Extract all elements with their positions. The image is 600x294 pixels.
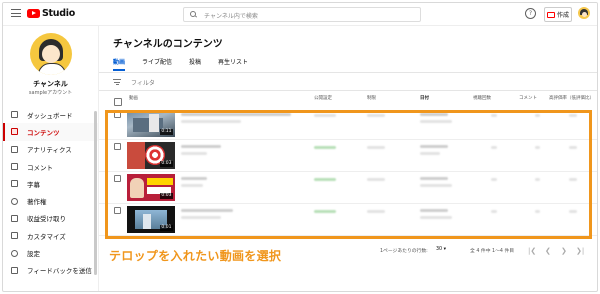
account-avatar[interactable] (578, 7, 590, 19)
studio-logo[interactable]: Studio (27, 8, 75, 19)
create-label: 作成 (556, 12, 569, 19)
sidebar-item-label: カスタマイズ (27, 232, 66, 241)
column-header-visibility[interactable]: 公開設定 (314, 95, 332, 101)
tab-live[interactable]: ライブ配信 (142, 57, 172, 71)
search-input[interactable]: チャンネル内で検索 (183, 7, 421, 22)
sidebar-item-label: 設定 (27, 250, 40, 259)
column-header-likes[interactable]: 高評価率（低評価比） (549, 95, 594, 101)
comment-icon (11, 163, 18, 171)
subtitles-icon (11, 180, 18, 188)
sidebar-item-label: アナリティクス (27, 146, 72, 155)
channel-avatar[interactable] (30, 33, 72, 75)
feedback-icon (11, 266, 18, 274)
menu-icon[interactable] (11, 9, 21, 17)
sidebar-item-label: 収益受け取り (27, 215, 66, 224)
sidebar-item-content[interactable]: コンテンツ (3, 123, 98, 141)
sidebar-item-copyright[interactable]: 著作権 (3, 192, 98, 209)
sidebar-item-comments[interactable]: コメント (3, 158, 98, 175)
youtube-logo-icon (27, 9, 40, 18)
sidebar-item-label: フィードバックを送信 (27, 267, 92, 276)
sidebar-item-label: コンテンツ (27, 128, 60, 137)
sidebar-item-subtitles[interactable]: 字幕 (3, 175, 98, 192)
content-tabs: 動画 ライブ配信 投稿 再生リスト (113, 57, 265, 71)
studio-window: Studio チャンネル内で検索 ? 作成 チャンネル sampleアカウント … (2, 2, 598, 292)
rows-per-page-value: 30 (436, 247, 443, 252)
customize-icon (11, 232, 18, 240)
create-button[interactable]: 作成 (544, 7, 572, 22)
sidebar-item-dashboard[interactable]: ダッシュボード (3, 106, 98, 123)
dashboard-icon (11, 111, 18, 119)
sidebar: チャンネル sampleアカウント ダッシュボード コンテンツ アナリティクス … (3, 25, 99, 291)
sidebar-item-monetization[interactable]: 収益受け取り (3, 210, 98, 227)
content-icon (11, 128, 18, 136)
column-header-date[interactable]: 日付 (420, 95, 429, 101)
page-range: 全 4 件中 1〜4 件目 (470, 249, 515, 254)
first-page-icon[interactable]: |❮ (528, 247, 536, 255)
analytics-icon (11, 145, 18, 153)
annotation-caption: テロップを入れたい動画を選択 (109, 249, 282, 263)
rows-per-page-label: 1ページあたりの行数: (380, 249, 428, 254)
table-header: 動画 公開設定 制限 日付 視聴回数 コメント 高評価率（低評価比） (99, 92, 597, 106)
sidebar-item-label: コメント (27, 163, 53, 172)
filter-bar[interactable]: フィルタ (113, 76, 155, 88)
tab-posts[interactable]: 投稿 (189, 57, 201, 71)
sidebar-item-settings[interactable]: 設定 (3, 244, 98, 261)
video-camera-icon (546, 11, 555, 18)
column-header-views[interactable]: 視聴回数 (473, 95, 491, 101)
sidebar-nav: ダッシュボード コンテンツ アナリティクス コメント 字幕 著作権 収益受け取り… (3, 106, 98, 279)
sidebar-item-label: 字幕 (27, 180, 40, 189)
column-header-video[interactable]: 動画 (129, 95, 138, 101)
top-bar: Studio チャンネル内で検索 ? 作成 (3, 3, 597, 26)
copyright-icon (11, 197, 18, 205)
settings-icon (11, 249, 18, 257)
sidebar-item-feedback[interactable]: フィードバックを送信 (3, 262, 98, 279)
search-placeholder: チャンネル内で検索 (204, 12, 258, 20)
sidebar-scrollbar[interactable] (94, 111, 97, 275)
sidebar-item-label: ダッシュボード (27, 111, 73, 120)
channel-subtitle: sampleアカウント (28, 90, 73, 96)
channel-name: チャンネル (33, 80, 68, 88)
sidebar-item-label: 著作権 (27, 198, 47, 207)
column-header-comments[interactable]: コメント (519, 95, 537, 101)
sidebar-item-analytics[interactable]: アナリティクス (3, 141, 98, 158)
rows-per-page-select[interactable]: 30 ▾ (436, 247, 446, 252)
selection-highlight (105, 110, 592, 239)
page-title: チャンネルのコンテンツ (113, 39, 223, 50)
monetization-icon (11, 214, 18, 222)
logo-text: Studio (42, 8, 75, 19)
last-page-icon[interactable]: ❯| (576, 247, 584, 255)
filter-icon (113, 79, 121, 86)
filter-label: フィルタ (131, 79, 155, 87)
column-header-restrictions[interactable]: 制限 (367, 95, 376, 101)
tab-videos[interactable]: 動画 (113, 57, 126, 71)
search-icon (190, 11, 196, 17)
sidebar-item-customize[interactable]: カスタマイズ (3, 227, 98, 244)
help-icon[interactable]: ? (525, 8, 536, 19)
next-page-icon[interactable]: ❯ (561, 247, 567, 255)
tab-playlists[interactable]: 再生リスト (218, 57, 248, 71)
prev-page-icon[interactable]: ❮ (545, 247, 551, 255)
